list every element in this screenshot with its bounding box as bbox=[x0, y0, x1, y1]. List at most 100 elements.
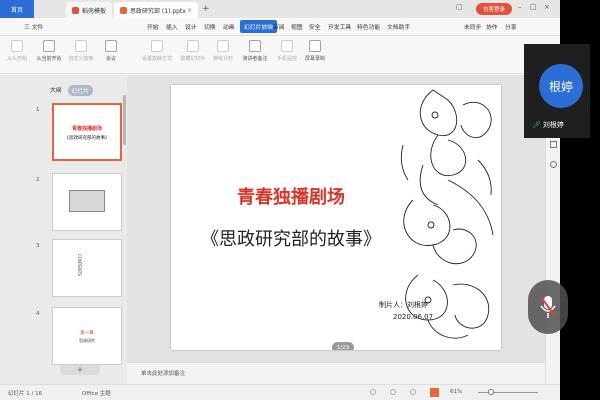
tab-outline[interactable]: 大纲 bbox=[50, 85, 62, 96]
ribbon-label: 排练计时 bbox=[212, 56, 233, 62]
avatar-text: 根婷 bbox=[548, 79, 573, 94]
sorter-view-icon[interactable] bbox=[390, 389, 396, 395]
settings-icon[interactable] bbox=[550, 161, 557, 168]
menu-item-design[interactable]: 设计 bbox=[185, 22, 197, 31]
slide-subtitle[interactable]: 《思政研究部的故事》 bbox=[171, 225, 411, 251]
play-from-start-button[interactable]: 从头开始 bbox=[2, 40, 32, 62]
ribbon-label: 演讲者备注 bbox=[242, 56, 268, 62]
screen-record-button[interactable]: 屏幕录制 bbox=[300, 40, 330, 62]
menu-bar: 三 文件 开始 插入 设计 切换 动画 幻灯片放映 审阅 视图 安全 开发工具 … bbox=[0, 18, 560, 36]
tab-templates[interactable]: 稻壳模板 bbox=[66, 2, 112, 18]
status-bar: 幻灯片 1 / 16 Office 主题 61% bbox=[0, 384, 560, 400]
timer-icon bbox=[217, 40, 229, 52]
ribbon-label: 从当前开始 bbox=[36, 56, 62, 62]
play-current-icon bbox=[43, 40, 55, 52]
wps-presentation-window: 首页 稻壳模板 思政研究部 (1).pptx × + ▢ 访客登录 – □ × … bbox=[0, 0, 560, 400]
tab-home[interactable]: 首页 bbox=[0, 0, 34, 18]
menu-item-assistant[interactable]: 文档助手 bbox=[387, 22, 410, 31]
add-slide-button[interactable]: + bbox=[60, 365, 100, 375]
maximize-icon[interactable]: □ bbox=[530, 3, 537, 11]
menu-item-slideshow[interactable]: 幻灯片放映 bbox=[240, 20, 277, 33]
avatar: 根婷 bbox=[539, 64, 583, 108]
minimize-icon[interactable]: – bbox=[518, 3, 522, 11]
slide-canvas-area: 青春独播剧场 《思政研究部的故事》 制片人：刘根婷 2020.06.07 1/2… bbox=[127, 75, 545, 362]
hide-slide-button[interactable]: 隐藏幻灯片 bbox=[178, 40, 208, 62]
hide-slide-icon bbox=[187, 40, 199, 52]
close-window-icon[interactable]: × bbox=[544, 3, 550, 11]
thumb-number: 1 bbox=[36, 107, 40, 113]
collab-button[interactable]: 协作 bbox=[486, 22, 498, 31]
slide-thumbnail-4[interactable]: 第一章 思政研究 bbox=[52, 307, 122, 365]
current-slide[interactable]: 青春独播剧场 《思政研究部的故事》 制片人：刘根婷 2020.06.07 1/2… bbox=[171, 85, 501, 350]
reading-view-icon[interactable] bbox=[410, 389, 416, 395]
speaker-notes-button[interactable]: 演讲者备注 bbox=[240, 40, 270, 62]
play-from-current-button[interactable]: 从当前开始 bbox=[34, 40, 64, 62]
menu-item-security[interactable]: 安全 bbox=[309, 22, 321, 31]
slide-thumbnail-3[interactable]: CONTENTS bbox=[52, 239, 122, 297]
thumb-image bbox=[69, 190, 105, 212]
slide-title[interactable]: 青春独播剧场 bbox=[171, 183, 411, 209]
mute-button[interactable] bbox=[528, 280, 568, 334]
setup-show-button[interactable]: 设置放映方式 bbox=[142, 40, 172, 62]
rehearse-timing-button[interactable]: 排练计时 bbox=[208, 40, 238, 62]
menu-item-devtools[interactable]: 开发工具 bbox=[328, 22, 351, 31]
thumb-number: 3 bbox=[36, 243, 40, 249]
tab-document-label: 思政研究部 (1).pptx bbox=[130, 7, 186, 15]
ribbon-label: 自定义放映 bbox=[68, 56, 94, 62]
tab-templates-label: 稻壳模板 bbox=[82, 7, 107, 15]
login-label: 访客登录 bbox=[482, 7, 505, 13]
menu-item-features[interactable]: 特色功能 bbox=[357, 22, 380, 31]
notes-pane[interactable]: 单击此处添加备注 bbox=[127, 362, 545, 382]
login-button[interactable]: 访客登录 bbox=[476, 3, 512, 15]
ribbon-label: 屏幕录制 bbox=[304, 56, 325, 62]
menu-item-view[interactable]: 视图 bbox=[291, 22, 303, 31]
menu-file[interactable]: 三 文件 bbox=[24, 22, 43, 31]
tab-home-label: 首页 bbox=[10, 6, 23, 14]
ribbon-label: 会议 bbox=[105, 56, 116, 62]
custom-show-button[interactable]: 自定义放映 bbox=[66, 40, 96, 62]
thumb-chapter: 第一章 bbox=[80, 331, 94, 336]
thumb-number: 4 bbox=[36, 311, 40, 317]
title-bar: 首页 稻壳模板 思政研究部 (1).pptx × + ▢ 访客登录 – □ × bbox=[0, 0, 560, 18]
tab-document[interactable]: 思政研究部 (1).pptx × bbox=[114, 2, 198, 18]
floral-line-art bbox=[400, 89, 494, 339]
thumb-subtitle: 《思政研究部的故事》 bbox=[64, 136, 110, 141]
notes-placeholder: 单击此处添加备注 bbox=[141, 371, 186, 377]
thumb-chapter-sub: 思政研究 bbox=[79, 338, 95, 343]
phone-icon bbox=[281, 40, 293, 52]
normal-view-icon[interactable] bbox=[370, 389, 376, 395]
slide-date[interactable]: 2020.06.07 bbox=[393, 313, 433, 321]
scrollbar[interactable] bbox=[123, 95, 126, 145]
meeting-button[interactable]: 会议 bbox=[96, 40, 126, 62]
setup-icon bbox=[151, 40, 163, 52]
sidebar-tabs: 大纲 幻灯片 bbox=[50, 85, 94, 96]
menu-item-insert[interactable]: 插入 bbox=[166, 22, 178, 31]
share-button[interactable]: 分享 bbox=[505, 22, 517, 31]
docer-icon bbox=[72, 6, 79, 14]
play-icon bbox=[11, 40, 23, 52]
menu-item-review[interactable]: 审阅 bbox=[273, 22, 285, 31]
copy-icon[interactable] bbox=[550, 141, 557, 148]
phone-remote-button[interactable]: 手机遥控 bbox=[272, 40, 302, 62]
theme-name: Office 主题 bbox=[82, 391, 111, 397]
ribbon-label: 手机遥控 bbox=[276, 56, 297, 62]
slide-maker[interactable]: 制片人：刘根婷 bbox=[379, 300, 428, 310]
zoom-slider-track[interactable] bbox=[478, 392, 538, 393]
thumb-contents: CONTENTS bbox=[77, 254, 82, 276]
tab-slides[interactable]: 幻灯片 bbox=[67, 85, 94, 96]
sync-status[interactable]: 未同步 bbox=[464, 22, 481, 31]
mic-on-icon: 🎤︎ bbox=[532, 121, 541, 129]
menu-item-transition[interactable]: 切换 bbox=[204, 22, 216, 31]
menu-item-start[interactable]: 开始 bbox=[147, 22, 159, 31]
slide-thumbnail-2[interactable] bbox=[52, 173, 122, 231]
zoom-slider-handle[interactable] bbox=[488, 389, 494, 395]
ribbon-toolbar: 从头开始 从当前开始 自定义放映 会议 设置放映方式 隐藏幻灯片 排练计时 演讲… bbox=[0, 36, 560, 74]
slide-thumbnail-1[interactable]: 青春独播剧场 《思政研究部的故事》 bbox=[52, 103, 122, 161]
menu-item-animation[interactable]: 动画 bbox=[223, 22, 235, 31]
slideshow-play-icon[interactable] bbox=[430, 388, 439, 397]
close-tab-icon[interactable]: × bbox=[187, 7, 192, 14]
zoom-level[interactable]: 61% bbox=[450, 389, 462, 395]
new-tab-icon[interactable]: + bbox=[202, 4, 210, 14]
window-layout-icon[interactable]: ▢ bbox=[456, 3, 463, 11]
participant-name: 刘根婷 bbox=[542, 121, 564, 129]
